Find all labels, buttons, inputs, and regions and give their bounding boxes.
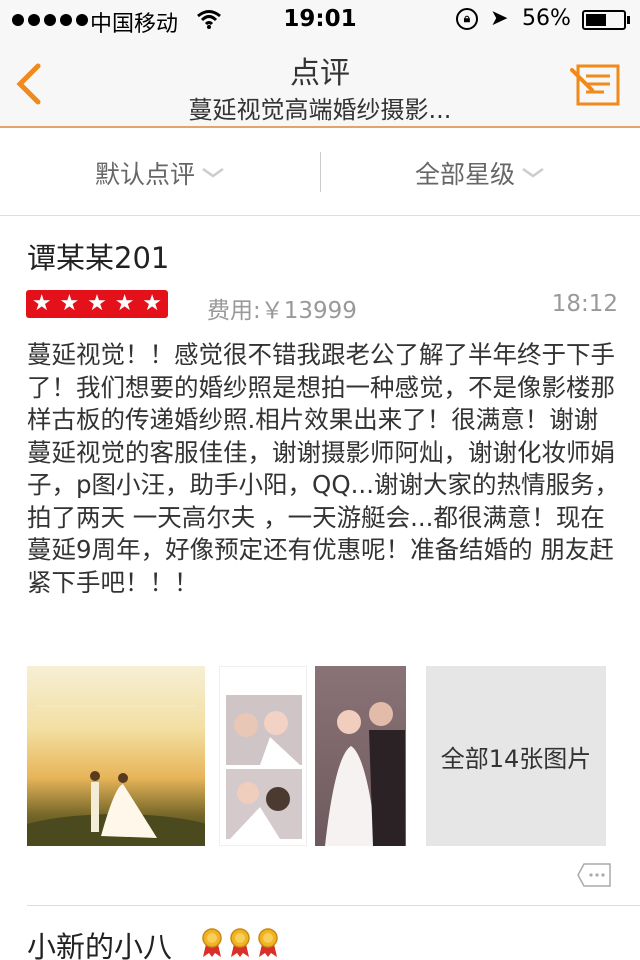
star-icon: ★ [142, 291, 163, 316]
next-reviewer-name[interactable]: 小新的小八 [27, 924, 172, 960]
review-item: 谭某某201 ★ ★ ★ ★ ★ 费用:￥13999 18:12 蔓延视觉！！感觉很不错… [0, 217, 640, 907]
navigation-bar: 点评 蔓延视觉高端婚纱摄影... [0, 40, 640, 128]
review-time: 18:12 [551, 291, 618, 317]
page-subtitle: 蔓延视觉高端婚纱摄影... [188, 96, 452, 124]
page-title: 点评 [290, 56, 350, 91]
comment-icon [577, 863, 611, 887]
review-photo-1[interactable] [27, 666, 205, 846]
rotation-lock-icon: 🔒︎ [456, 8, 478, 30]
battery-icon [582, 10, 630, 30]
star-icon: ★ [59, 291, 80, 316]
all-photos-button[interactable]: 全部14张图片 [426, 666, 606, 846]
review-photos: 全部14张图片 [27, 666, 607, 846]
medal-icon [258, 928, 278, 957]
chevron-down-icon [522, 167, 544, 178]
chevron-down-icon [202, 167, 224, 178]
status-bar: 中国移动 19:01 🔒︎ ➤ 56% [0, 0, 640, 40]
write-review-icon [570, 64, 620, 106]
star-icon: ★ [31, 291, 52, 316]
star-filter-dropdown[interactable]: 全部星级 [320, 130, 640, 216]
reviewer-level-medals [200, 928, 280, 958]
star-filter-label: 全部星级 [414, 160, 515, 189]
review-fee: 费用:￥13999 [207, 298, 357, 324]
reviewer-name[interactable]: 谭某某201 [27, 235, 169, 277]
location-arrow-icon: ➤ [490, 6, 509, 31]
write-review-button[interactable] [570, 62, 622, 108]
sort-filter-dropdown[interactable]: 默认点评 [0, 130, 320, 216]
filter-bar: 默认点评 全部星级 [0, 130, 640, 216]
review-photo-2[interactable] [219, 666, 307, 846]
comment-button[interactable] [576, 862, 612, 888]
medal-icon [202, 928, 222, 957]
star-rating: ★ ★ ★ ★ ★ [26, 290, 168, 318]
review-photo-3[interactable] [315, 666, 406, 846]
review-text: 蔓延视觉！！感觉很不错我跟老公了解了半年终于下手了！我们想要的婚纱照是想拍一种感… [27, 340, 619, 597]
review-divider [27, 905, 640, 906]
star-icon: ★ [114, 291, 135, 316]
medal-icon [230, 928, 250, 957]
star-icon: ★ [87, 291, 107, 316]
sort-filter-label: 默认点评 [94, 160, 195, 189]
battery-percent: 56% [522, 6, 571, 31]
